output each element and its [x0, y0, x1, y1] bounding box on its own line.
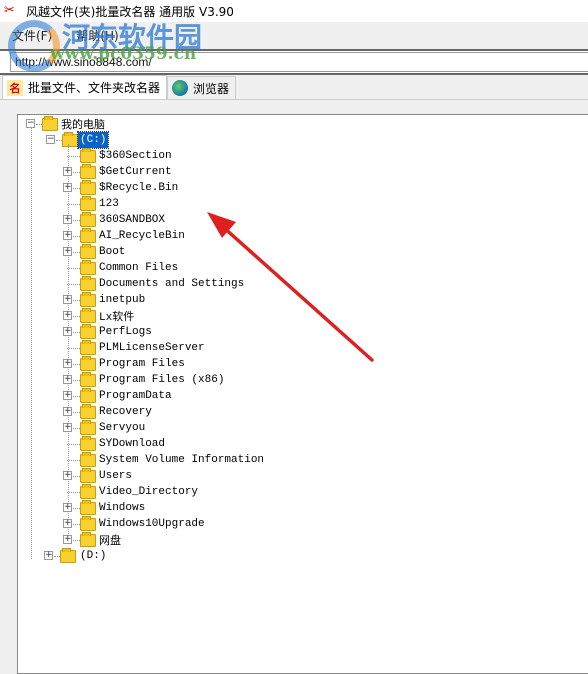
- annotation-arrow: [207, 212, 374, 362]
- arrow-shaft: [220, 224, 374, 362]
